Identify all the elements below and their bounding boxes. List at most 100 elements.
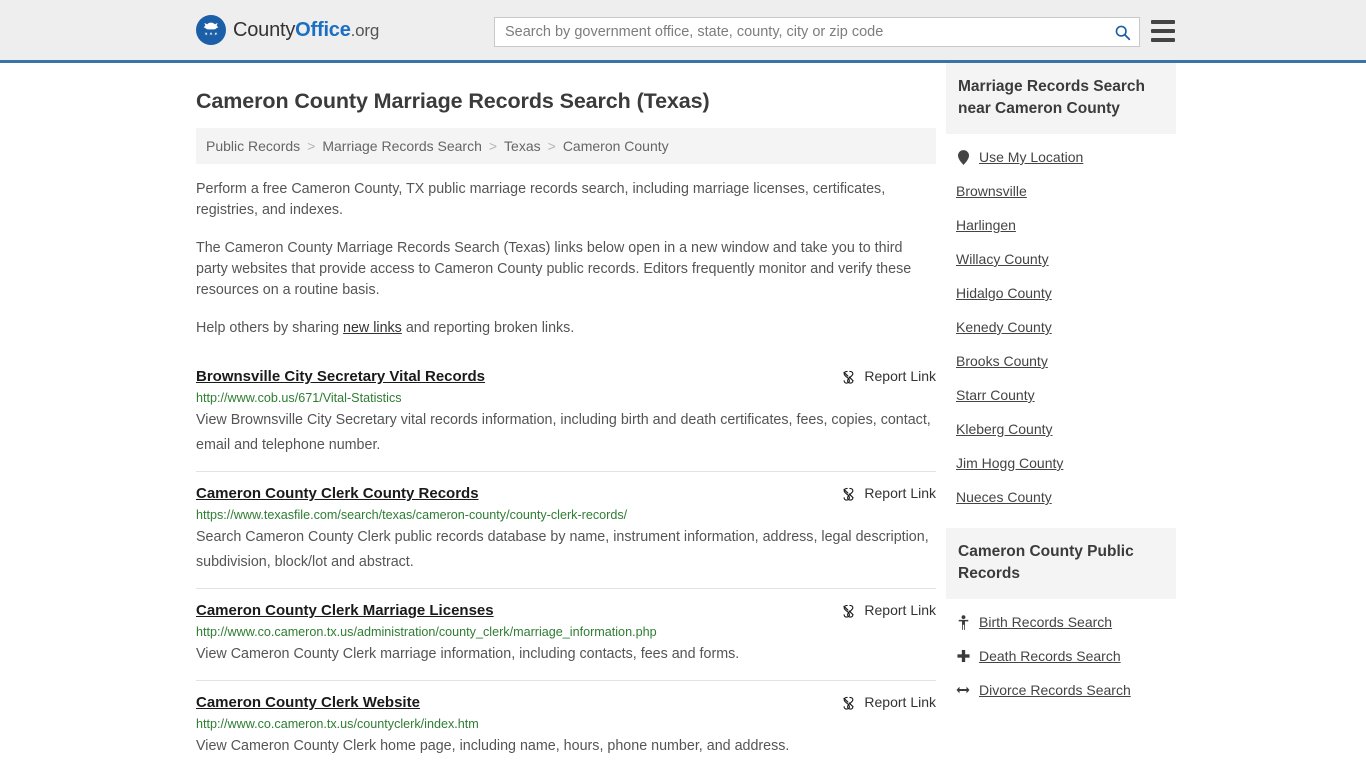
result-title-link[interactable]: Cameron County Clerk Marriage Licenses [196, 601, 494, 620]
report-link-label: Report Link [864, 694, 936, 710]
report-link-label: Report Link [864, 485, 936, 501]
search-input[interactable] [495, 18, 1105, 46]
sidebar-item-death-records-search[interactable]: Death Records Search [946, 639, 1176, 673]
sidebar-item-harlingen[interactable]: Harlingen [946, 208, 1176, 242]
result-url[interactable]: http://www.cob.us/671/Vital-Statistics [196, 390, 936, 406]
hamburger-bar [1151, 20, 1175, 24]
intro-paragraph-3: Help others by sharing new links and rep… [196, 318, 936, 339]
sidebar-link-label[interactable]: Jim Hogg County [956, 455, 1063, 471]
sidebar-item-jim-hogg-county[interactable]: Jim Hogg County [946, 446, 1176, 480]
result-header: Cameron County Clerk Website Report Link [196, 693, 936, 712]
brand-wordmark: CountyOffice.org [233, 19, 379, 42]
sidebar-link-label[interactable]: Harlingen [956, 217, 1016, 233]
broken-link-icon [843, 696, 855, 710]
result-url[interactable]: http://www.co.cameron.tx.us/countyclerk/… [196, 716, 936, 732]
sidebar-item-brownsville[interactable]: Brownsville [946, 174, 1176, 208]
report-link-button[interactable]: Report Link [841, 602, 936, 618]
sidebar-heading-public-records: Cameron County Public Records [946, 528, 1176, 599]
sidebar-item-kleberg-county[interactable]: Kleberg County [946, 412, 1176, 446]
broken-link-icon [843, 370, 855, 384]
sidebar-item-hidalgo-county[interactable]: Hidalgo County [946, 276, 1176, 310]
result-url[interactable]: http://www.co.cameron.tx.us/administrati… [196, 624, 936, 640]
broken-link-icon [843, 487, 855, 501]
report-link-button[interactable]: Report Link [841, 368, 936, 384]
eagle-shield-logo-icon [196, 15, 226, 45]
sidebar-box-nearby: Marriage Records Search near Cameron Cou… [946, 63, 1176, 514]
intro-paragraph-1: Perform a free Cameron County, TX public… [196, 181, 886, 218]
sidebar-item-birth-records-search[interactable]: Birth Records Search [946, 605, 1176, 639]
result-item: Cameron County Clerk Marriage Licenses R… [196, 588, 936, 680]
baby-icon [956, 614, 970, 630]
sidebar-list-public-records: Birth Records Search Death Records Searc… [946, 599, 1176, 707]
search-button[interactable] [1105, 18, 1139, 46]
sidebar: Marriage Records Search near Cameron Cou… [946, 63, 1176, 768]
result-title-link[interactable]: Cameron County Clerk Website [196, 693, 420, 712]
sidebar-item-kenedy-county[interactable]: Kenedy County [946, 310, 1176, 344]
result-description: View Cameron County Clerk home page, inc… [196, 738, 790, 754]
sidebar-list-nearby: Use My Location Brownsville Harlingen Wi… [946, 134, 1176, 514]
sidebar-link-label[interactable]: Starr County [956, 387, 1035, 403]
report-link-button[interactable]: Report Link [841, 694, 936, 710]
result-header: Brownsville City Secretary Vital Records… [196, 367, 936, 386]
result-description: View Brownsville City Secretary vital re… [196, 412, 931, 453]
result-description: View Cameron County Clerk marriage infor… [196, 646, 740, 662]
result-description: Search Cameron County Clerk public recor… [196, 529, 929, 570]
new-links-link[interactable]: new links [343, 320, 402, 336]
breadcrumb-separator-icon: > [547, 138, 556, 154]
sidebar-item-willacy-county[interactable]: Willacy County [946, 242, 1176, 276]
page-body: Cameron County Marriage Records Search (… [0, 63, 1366, 768]
sidebar-link-label[interactable]: Brownsville [956, 183, 1027, 199]
brand-part-tld: .org [350, 20, 380, 40]
breadcrumb-separator-icon: > [307, 138, 316, 154]
result-header: Cameron County Clerk County Records Repo… [196, 484, 936, 503]
hamburger-menu-icon[interactable] [1151, 20, 1175, 42]
breadcrumb-separator-icon: > [488, 138, 498, 154]
breadcrumb-item-marriage-records-search[interactable]: Marriage Records Search [322, 138, 482, 154]
sidebar-item-divorce-records-search[interactable]: Divorce Records Search [946, 673, 1176, 707]
brand-part-county: County [233, 18, 296, 41]
sidebar-link-label[interactable]: Hidalgo County [956, 285, 1052, 301]
breadcrumb-item-texas[interactable]: Texas [504, 138, 541, 154]
sidebar-link-label[interactable]: Willacy County [956, 251, 1049, 267]
sidebar-link-label[interactable]: Kenedy County [956, 319, 1052, 335]
sidebar-item-starr-county[interactable]: Starr County [946, 378, 1176, 412]
intro-paragraph-2: The Cameron County Marriage Records Sear… [196, 240, 912, 298]
split-arrows-icon [956, 685, 970, 695]
report-link-label: Report Link [864, 368, 936, 384]
sidebar-heading-nearby: Marriage Records Search near Cameron Cou… [946, 63, 1176, 134]
intro-text: Perform a free Cameron County, TX public… [196, 179, 936, 339]
sidebar-item-brooks-county[interactable]: Brooks County [946, 344, 1176, 378]
sidebar-link-label[interactable]: Use My Location [979, 149, 1083, 165]
site-logo[interactable]: CountyOffice.org [196, 15, 379, 45]
report-link-label: Report Link [864, 602, 936, 618]
map-pin-icon [956, 149, 970, 165]
sidebar-link-label[interactable]: Birth Records Search [979, 614, 1112, 630]
share-text-after: and reporting broken links. [401, 320, 575, 336]
hamburger-bar [1151, 38, 1175, 42]
breadcrumb-item-public-records[interactable]: Public Records [206, 138, 300, 154]
result-url[interactable]: https://www.texasfile.com/search/texas/c… [196, 507, 936, 523]
page-title: Cameron County Marriage Records Search (… [196, 89, 710, 113]
share-text-before: Help others by sharing [196, 320, 344, 336]
sidebar-link-label[interactable]: Nueces County [956, 489, 1052, 505]
search-bar [494, 17, 1140, 47]
result-item: Brownsville City Secretary Vital Records… [196, 361, 936, 471]
search-icon [1115, 25, 1130, 40]
sidebar-link-label[interactable]: Death Records Search [979, 648, 1121, 664]
cross-icon [956, 649, 970, 663]
site-header: CountyOffice.org [0, 0, 1366, 63]
breadcrumb-item-cameron-county[interactable]: Cameron County [563, 138, 669, 154]
sidebar-link-label[interactable]: Brooks County [956, 353, 1048, 369]
sidebar-item-use-my-location[interactable]: Use My Location [946, 140, 1176, 174]
main-column: Cameron County Marriage Records Search (… [196, 63, 936, 768]
result-item: Cameron County Clerk Website Report Link… [196, 680, 936, 768]
brand-part-office: Office [295, 18, 351, 41]
breadcrumb: Public Records > Marriage Records Search… [196, 128, 936, 164]
result-title-link[interactable]: Cameron County Clerk County Records [196, 484, 479, 503]
report-link-button[interactable]: Report Link [841, 485, 936, 501]
sidebar-item-nueces-county[interactable]: Nueces County [946, 480, 1176, 514]
hamburger-bar [1151, 29, 1175, 33]
sidebar-link-label[interactable]: Kleberg County [956, 421, 1053, 437]
sidebar-link-label[interactable]: Divorce Records Search [979, 682, 1131, 698]
result-title-link[interactable]: Brownsville City Secretary Vital Records [196, 367, 485, 386]
